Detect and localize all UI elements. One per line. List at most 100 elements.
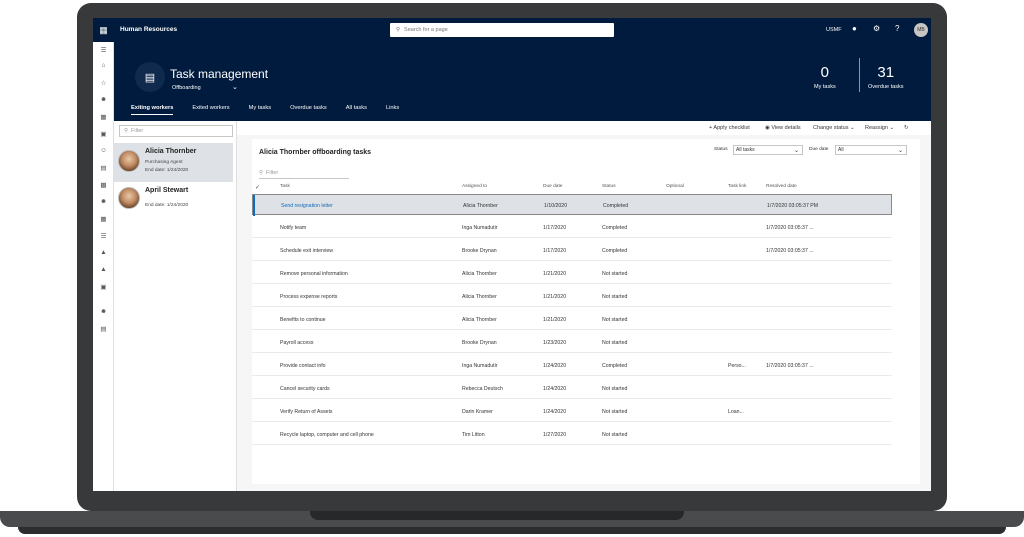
worker-filter-placeholder: Filter <box>131 128 144 134</box>
cell-due-date: 1/21/2020 <box>543 317 567 323</box>
cell-task[interactable]: Cancel security cards <box>280 386 330 392</box>
column-header-task-link[interactable]: Task link <box>728 184 746 189</box>
people-icon[interactable]: ☻ <box>93 96 114 103</box>
help-icon[interactable]: ? <box>895 24 899 33</box>
cell-task[interactable]: Send resignation letter <box>281 203 333 209</box>
overdue-tasks-label: Overdue tasks <box>868 84 904 90</box>
status-filter-label: Status <box>714 147 728 152</box>
cell-assigned-to: Inga Numadutir <box>462 225 498 231</box>
cell-assigned-to: Inga Numadutir <box>462 363 498 369</box>
stat-divider <box>859 58 860 92</box>
cell-task[interactable]: Payroll access <box>280 340 313 346</box>
overdue-tasks-stat[interactable]: 31 Overdue tasks <box>868 64 903 90</box>
column-header-due-date[interactable]: Due date <box>543 184 562 189</box>
cell-assigned-to: Alicia Thornber <box>463 203 498 209</box>
cell-task[interactable]: Process expense reports <box>280 294 337 300</box>
app-launcher-icon[interactable]: ▦ <box>93 18 114 42</box>
column-header-status[interactable]: Status <box>602 184 616 189</box>
gear-icon[interactable]: ⚙ <box>873 24 880 33</box>
leave-icon[interactable]: ▩ <box>93 181 114 189</box>
cell-task-link[interactable]: Perso... <box>728 363 746 369</box>
hierarchy-icon[interactable]: ▲ <box>93 266 114 273</box>
table-row[interactable]: Process expense reports Alicia Thornber 1/… <box>252 286 892 307</box>
change-status-button[interactable]: Change status ⌄ <box>813 125 855 131</box>
org-icon[interactable]: ▦ <box>93 113 114 121</box>
worker-item[interactable]: April Stewart End date: 1/24/2020 <box>114 182 233 221</box>
cell-due-date: 1/24/2020 <box>543 363 567 369</box>
apply-checklist-button[interactable]: + Apply checklist <box>709 125 750 131</box>
table-row[interactable]: Provide contact info Inga Numadutir 1/24/2… <box>252 355 892 376</box>
calendar-icon[interactable]: ▦ <box>93 215 114 223</box>
favorites-icon[interactable]: ☆ <box>93 79 114 87</box>
cell-task[interactable]: Schedule exit interview <box>280 248 333 254</box>
cell-task[interactable]: Notify team <box>280 225 306 231</box>
company-picker[interactable]: USMF <box>826 27 842 33</box>
tab-exiting-workers[interactable]: Exiting workers <box>131 105 174 115</box>
column-header-optional[interactable]: Optional <box>666 184 684 189</box>
clipboard-icon[interactable]: ▣ <box>93 130 114 138</box>
cell-task[interactable]: Provide contact info <box>280 363 326 369</box>
refresh-icon[interactable]: ↻ <box>904 125 909 131</box>
select-all-checkbox[interactable]: ✓ <box>255 184 260 191</box>
my-tasks-stat[interactable]: 0 My tasks <box>814 64 836 90</box>
cell-status: Not started <box>602 317 628 323</box>
team-icon[interactable]: ☻ <box>93 198 114 205</box>
tab-exited-workers[interactable]: Exited workers <box>192 105 229 115</box>
tab-overdue-tasks[interactable]: Overdue tasks <box>290 105 327 115</box>
search-input[interactable]: ⚲ Search for a page <box>390 23 614 37</box>
status-filter-value: All tasks <box>736 147 755 153</box>
search-icon: ⚲ <box>124 128 129 134</box>
reassign-button[interactable]: Reassign ⌄ <box>865 125 894 131</box>
cell-assigned-to: Alicia Thornber <box>462 317 497 323</box>
tab-my-tasks[interactable]: My tasks <box>249 105 271 115</box>
worker-role: Purchasing Agent <box>145 160 183 165</box>
cell-due-date: 1/21/2020 <box>543 271 567 277</box>
cell-task[interactable]: Benefits to continue <box>280 317 326 323</box>
workers-icon[interactable]: ☻ <box>93 308 114 315</box>
left-nav: ☰ ⌂ ☆ ☻ ▦ ▣ ☺ ▤ ▩ ☻ ▦ ☰ ▲ ▲ ▣ ☻ ▤ <box>93 42 114 491</box>
home-icon[interactable]: ⌂ <box>93 62 114 69</box>
tab-links[interactable]: Links <box>386 105 399 115</box>
tab-all-tasks[interactable]: All tasks <box>346 105 367 115</box>
table-row[interactable]: Schedule exit interview Brooke Drynan 1/17… <box>252 240 892 261</box>
notification-icon[interactable]: ● <box>852 24 857 33</box>
table-row[interactable]: Benefits to continue Alicia Thornber 1/21/… <box>252 309 892 330</box>
table-row[interactable]: Remove personal information Alicia Thornb… <box>252 263 892 284</box>
cell-assigned-to: Brooke Drynan <box>462 340 497 346</box>
cell-task[interactable]: Recycle laptop, computer and cell phone <box>280 432 374 438</box>
column-header-task[interactable]: Task <box>280 184 290 189</box>
worker-filter-input[interactable]: ⚲ Filter <box>119 125 233 137</box>
table-row[interactable]: Cancel security cards Rebecca Deutsch 1/24… <box>252 378 892 399</box>
chevron-down-icon[interactable]: ⌄ <box>232 83 238 91</box>
cell-task[interactable]: Remove personal information <box>280 271 348 277</box>
avatar[interactable]: MB <box>914 23 928 37</box>
row-selection-marker <box>253 195 255 216</box>
status-filter-select[interactable]: All tasks ⌄ <box>733 145 803 155</box>
cell-task[interactable]: Verify Return of Assets <box>280 409 332 415</box>
table-row[interactable]: Send resignation letter Alicia Thornber 1/… <box>252 194 892 216</box>
chat-icon[interactable]: ▣ <box>93 283 114 291</box>
cell-task-link[interactable]: Loan... <box>728 409 744 415</box>
process-type-selector[interactable]: Offboarding <box>172 85 201 91</box>
chevron-down-icon: ⌄ <box>793 148 799 154</box>
document-icon[interactable]: ▤ <box>93 164 114 172</box>
table-row[interactable]: Verify Return of Assets Darin Kramer 1/24/… <box>252 401 892 422</box>
person-icon[interactable]: ☺ <box>93 147 114 154</box>
vehicle-icon[interactable]: ▲ <box>93 249 114 256</box>
table-row[interactable]: Payroll access Brooke Drynan 1/23/2020 Not … <box>252 332 892 353</box>
due-date-filter-select[interactable]: All ⌄ <box>835 145 907 155</box>
hamburger-icon[interactable]: ☰ <box>93 46 114 54</box>
badge-icon[interactable]: ▤ <box>93 325 114 333</box>
table-row[interactable]: Recycle laptop, computer and cell phone T… <box>252 424 892 445</box>
column-header-resolved-date[interactable]: Resolved date <box>766 184 797 189</box>
worker-list-pane: ⚲ Filter Alicia Thornber Purchasing Agen… <box>114 121 237 491</box>
worker-item[interactable]: Alicia Thornber Purchasing Agent End dat… <box>114 143 233 182</box>
cell-assigned-to: Alicia Thornber <box>462 271 497 277</box>
cell-assigned-to: Rebecca Deutsch <box>462 386 503 392</box>
list-icon[interactable]: ☰ <box>93 232 114 240</box>
tasks-filter-input[interactable]: ⚲ Filter <box>259 167 349 179</box>
view-details-button[interactable]: ◉ View details <box>765 125 801 131</box>
column-header-assigned-to[interactable]: Assigned to <box>462 184 487 189</box>
table-row[interactable]: Notify team Inga Numadutir 1/17/2020 Comple… <box>252 217 892 238</box>
cell-due-date: 1/24/2020 <box>543 386 567 392</box>
